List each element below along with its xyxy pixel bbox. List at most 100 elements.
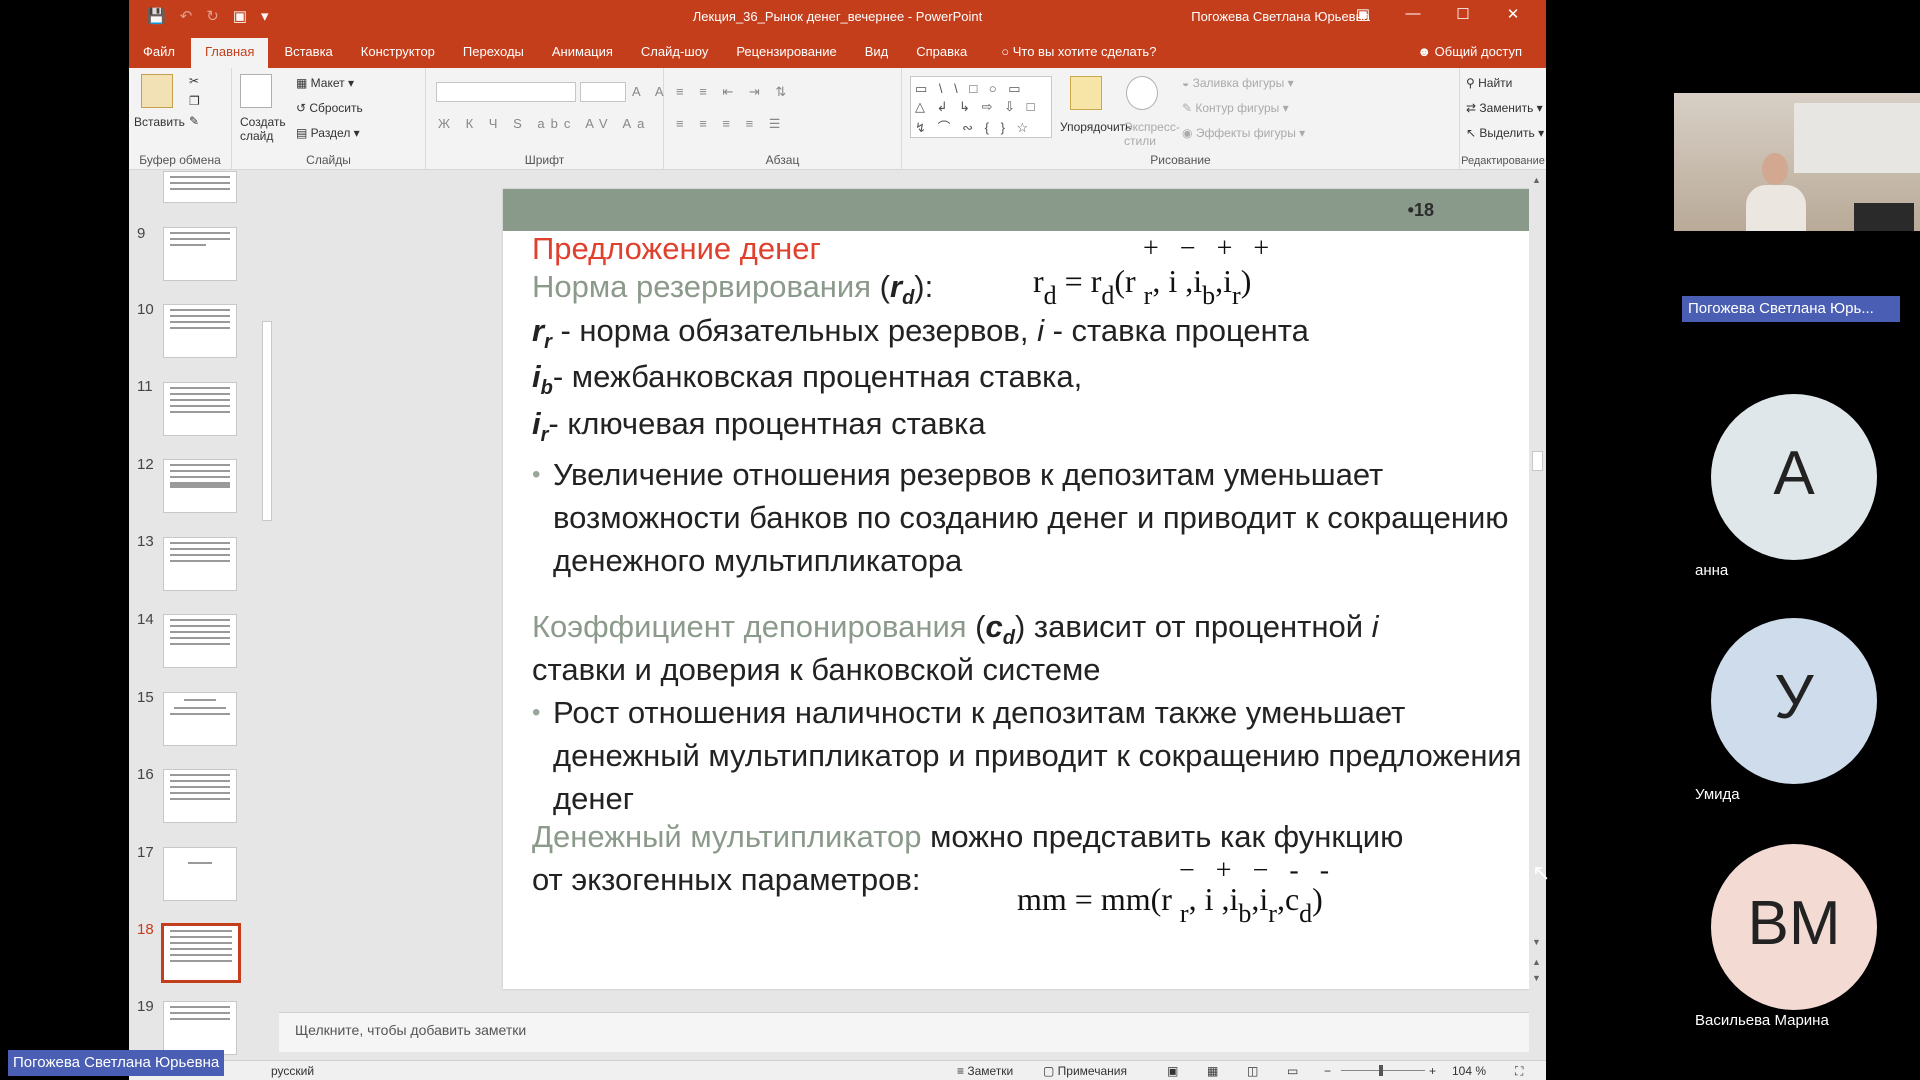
font-size-box[interactable] bbox=[580, 82, 626, 102]
reset-button[interactable]: ↺ Сбросить bbox=[296, 101, 363, 115]
new-slide-button[interactable]: Создать слайд bbox=[240, 115, 288, 143]
participant-avatar[interactable]: ВМ bbox=[1711, 844, 1877, 1010]
slide-thumbnail[interactable] bbox=[163, 692, 237, 746]
fit-to-window-icon[interactable]: ⛶ bbox=[1515, 1064, 1523, 1079]
shape-effects-button[interactable]: ◉ Эффекты фигуры ▾ bbox=[1182, 126, 1305, 140]
ribbon-display-options-icon[interactable]: ▣ bbox=[1338, 5, 1388, 23]
tab-file[interactable]: Файл bbox=[129, 34, 189, 68]
quick-styles-button[interactable]: Экспресс-стили bbox=[1124, 120, 1180, 148]
paste-icon[interactable] bbox=[141, 74, 173, 108]
shapes-gallery[interactable]: ▭ \ \ □ ○ ▭ △ ↲ ↳ ⇨ ⇩ □ ↯ ⌒ ∾ { } ☆ bbox=[910, 76, 1052, 138]
next-slide-icon[interactable]: ▼ bbox=[1532, 973, 1541, 983]
slide-thumbnail[interactable] bbox=[163, 304, 237, 358]
font-name-box[interactable] bbox=[436, 82, 576, 102]
slide[interactable]: •18 Предложение денег Норма резервирован… bbox=[503, 189, 1546, 989]
slide-thumbnail[interactable] bbox=[163, 614, 237, 668]
section-button[interactable]: ▤ Раздел ▾ bbox=[296, 126, 360, 140]
tell-me-search[interactable]: ○ Что вы хотите сделать? bbox=[981, 34, 1156, 68]
reading-view-icon[interactable]: ◫ bbox=[1247, 1064, 1258, 1078]
layout-label: Макет bbox=[310, 76, 345, 90]
zoom-in-icon[interactable]: + bbox=[1429, 1064, 1436, 1078]
deposit-coef-text: зависит от процентной bbox=[1025, 609, 1372, 644]
shape-outline-button[interactable]: ✎ Контур фигуры ▾ bbox=[1182, 101, 1289, 115]
format-painter-icon[interactable]: ✎ bbox=[189, 114, 199, 128]
tab-slideshow[interactable]: Слайд-шоу bbox=[627, 34, 722, 68]
arrange-button[interactable]: Упорядочить bbox=[1060, 120, 1131, 134]
slide-thumbnail[interactable] bbox=[163, 847, 237, 901]
zoom-slider[interactable] bbox=[1341, 1070, 1425, 1071]
scroll-down-icon[interactable]: ▼ bbox=[1532, 937, 1541, 947]
quick-styles-icon[interactable] bbox=[1126, 76, 1158, 110]
minimize-icon[interactable]: — bbox=[1388, 5, 1438, 23]
participant-avatar[interactable]: А bbox=[1711, 394, 1877, 560]
slide-thumbnail[interactable] bbox=[163, 459, 237, 513]
paren-close: ): bbox=[914, 269, 934, 304]
comments-toggle[interactable]: ▢ Примечания bbox=[1043, 1064, 1127, 1078]
tab-insert[interactable]: Вставка bbox=[270, 34, 346, 68]
shape-fill-button[interactable]: ◒ Заливка фигуры ▾ bbox=[1182, 76, 1294, 90]
tab-home[interactable]: Главная bbox=[190, 38, 269, 68]
slide-number: 16 bbox=[137, 766, 154, 783]
slide-number: 19 bbox=[137, 998, 154, 1015]
presenter-video[interactable] bbox=[1674, 93, 1920, 231]
thumbnail-scrollbar[interactable] bbox=[260, 171, 274, 1055]
i-symbol: i bbox=[1037, 313, 1044, 348]
slide-thumbnail[interactable] bbox=[163, 382, 237, 436]
slide-thumbnail[interactable] bbox=[163, 537, 237, 591]
tab-view[interactable]: Вид bbox=[851, 34, 903, 68]
notes-toggle[interactable]: ≡ Заметки bbox=[957, 1064, 1013, 1078]
slide-thumbnail-panel[interactable]: 9 10 11 12 13 14 15 16 17 18 19 bbox=[129, 171, 279, 1055]
select-button[interactable]: ↖ Выделить ▾ bbox=[1466, 126, 1544, 140]
slide-sorter-icon[interactable]: ▦ bbox=[1207, 1064, 1218, 1078]
slideshow-view-icon[interactable]: ▭ bbox=[1287, 1064, 1298, 1078]
cut-icon[interactable]: ✂ bbox=[189, 74, 199, 88]
find-button[interactable]: ⚲ Найти bbox=[1466, 76, 1512, 90]
list-indent-icons[interactable]: ≡ ≡ ⇤ ⇥ ⇅ bbox=[676, 84, 792, 100]
tab-review[interactable]: Рецензирование bbox=[722, 34, 850, 68]
zoom-slider-thumb[interactable] bbox=[1379, 1065, 1383, 1076]
participant-avatar[interactable]: У bbox=[1711, 618, 1877, 784]
effects-icon: ◉ bbox=[1182, 126, 1196, 140]
slide-thumbnail[interactable] bbox=[163, 769, 237, 823]
language-indicator[interactable]: русский bbox=[271, 1064, 314, 1078]
deposit-coef-label: Коэффициент депонирования bbox=[532, 609, 967, 644]
slide-thumbnail[interactable] bbox=[163, 1001, 237, 1055]
notes-pane[interactable]: Щелкните, чтобы добавить заметки bbox=[279, 1012, 1529, 1052]
notes-placeholder: Щелкните, чтобы добавить заметки bbox=[295, 1022, 527, 1038]
slide-thumbnail-active[interactable] bbox=[161, 923, 241, 983]
tab-design[interactable]: Конструктор bbox=[347, 34, 449, 68]
scrollbar-thumb[interactable] bbox=[1532, 451, 1543, 471]
select-label: Выделить bbox=[1479, 126, 1535, 140]
slide-number: 15 bbox=[137, 689, 154, 706]
copy-icon[interactable]: ❐ bbox=[189, 94, 200, 108]
layout-button[interactable]: ▦ Макет ▾ bbox=[296, 76, 354, 90]
scroll-up-icon[interactable]: ▲ bbox=[1532, 175, 1541, 185]
formula2: mm = mm(r r, i ,ib,ir,cd) bbox=[1017, 881, 1323, 928]
font-style-icons[interactable]: Ж К Ч S abc AV Aa bbox=[438, 116, 650, 131]
tab-transitions[interactable]: Переходы bbox=[449, 34, 538, 68]
alignment-icons[interactable]: ≡ ≡ ≡ ≡ ☰ bbox=[676, 116, 786, 132]
group-label-slides: Слайды bbox=[306, 153, 351, 167]
tab-animations[interactable]: Анимация bbox=[538, 34, 627, 68]
zoom-level[interactable]: 104 % bbox=[1452, 1064, 1486, 1078]
close-icon[interactable]: ✕ bbox=[1488, 5, 1538, 23]
share-button[interactable]: ☻ Общий доступ bbox=[1417, 44, 1522, 59]
tab-help[interactable]: Справка bbox=[902, 34, 981, 68]
zoom-out-icon[interactable]: − bbox=[1324, 1064, 1331, 1078]
comments-label: Примечания bbox=[1057, 1064, 1127, 1078]
previous-slide-icon[interactable]: ▲ bbox=[1532, 957, 1541, 967]
new-slide-icon[interactable] bbox=[240, 74, 272, 108]
slide-number: 13 bbox=[137, 533, 154, 550]
paste-button[interactable]: Вставить bbox=[134, 115, 185, 129]
ib-definition: ib- межбанковская процентная ставка, bbox=[532, 359, 1082, 400]
slide-thumbnail[interactable] bbox=[163, 171, 237, 203]
arrange-icon[interactable] bbox=[1070, 76, 1102, 110]
ir-definition: ir- ключевая процентная ставка bbox=[532, 406, 986, 447]
slide-number: 14 bbox=[137, 611, 154, 628]
slide-canvas: •18 Предложение денег Норма резервирован… bbox=[279, 171, 1546, 1009]
scrollbar-thumb[interactable] bbox=[262, 321, 272, 521]
slide-thumbnail[interactable] bbox=[163, 227, 237, 281]
normal-view-icon[interactable]: ▣ bbox=[1167, 1064, 1178, 1078]
replace-button[interactable]: ⇄ Заменить ▾ bbox=[1466, 101, 1543, 115]
maximize-icon[interactable]: ☐ bbox=[1438, 5, 1488, 23]
